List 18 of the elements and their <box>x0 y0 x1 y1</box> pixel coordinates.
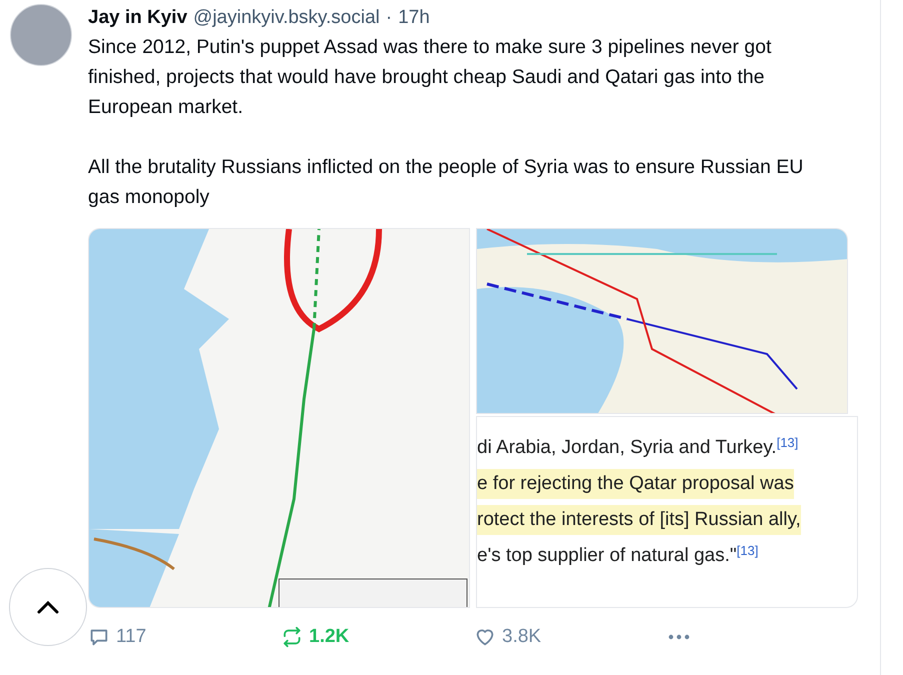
pipeline-map-drawing[interactable] <box>88 228 470 608</box>
reply-button[interactable]: 117 <box>88 622 281 652</box>
more-icon <box>667 633 691 641</box>
excerpt-text: e's top supplier of natural gas."$^{[13]}$ <box>477 545 758 566</box>
excerpt-text: di Arabia, Jordan, Syria and Turkey.$^{[13]}$ <box>477 437 798 458</box>
article-excerpt[interactable]: di Arabia, Jordan, Syria and Turkey.$^{[13]}$ e for rejecting the Qatar proposal was rotect the interests of [its] Russian ally, e's top supplier of natural gas."$^{[13]}$ <box>476 416 858 608</box>
excerpt-text: rotect the interests of [its] Russian ally, <box>477 509 801 530</box>
post-text: Since 2012, Putin's puppet Assad was there to make sure 3 pipelines never got finished, projects that would have brought cheap Saudi and Qatari gas into the European market. <box>88 35 772 120</box>
pipeline-map-drawing[interactable] <box>476 228 848 414</box>
post-time[interactable]: 17h <box>398 4 430 32</box>
caret-up-icon <box>36 600 60 614</box>
author-name[interactable]: Jay in Kyiv <box>88 4 188 32</box>
like-button[interactable]: 3.8K <box>474 622 667 652</box>
excerpt-text: e for rejecting the Qatar proposal was <box>477 473 794 494</box>
author-handle[interactable]: @jayinkyiv.bsky.social <box>193 4 380 32</box>
post-text: All the brutality Russians inflicted on the people of Syria was to ensure Russian EU gas monopoly <box>88 155 804 210</box>
repost-icon <box>281 626 303 648</box>
separator-dot: · <box>386 6 392 30</box>
